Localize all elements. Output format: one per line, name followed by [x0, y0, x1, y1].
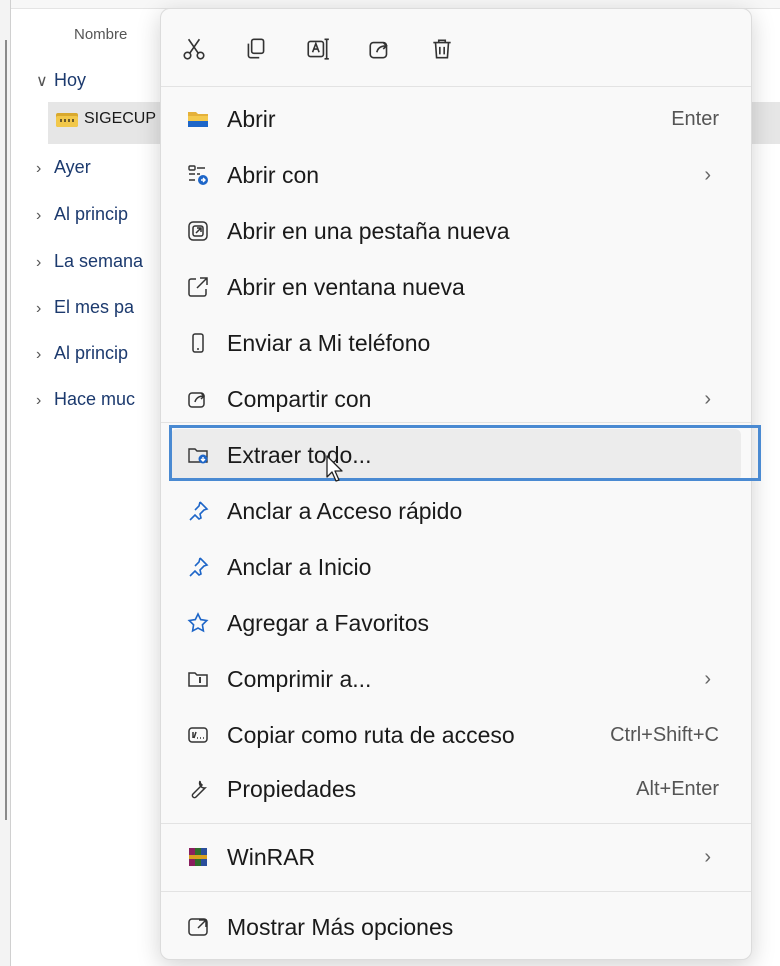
menu-item-label: Propiedades: [227, 775, 357, 802]
star-icon: [185, 610, 211, 636]
menu-item-pin-start[interactable]: Anclar a Inicio: [171, 541, 741, 593]
copy-icon: [247, 38, 265, 59]
menu-item-share-with[interactable]: Compartir con ›: [171, 373, 741, 425]
delete-button[interactable]: [429, 31, 491, 67]
context-menu-toolbar: [181, 31, 491, 67]
new-tab-icon: [185, 218, 211, 244]
group-today[interactable]: ∨ Hoy: [36, 70, 86, 91]
pane-divider: [5, 40, 7, 820]
chevron-right-icon: ›: [36, 160, 42, 177]
menu-item-open[interactable]: Abrir Enter: [171, 93, 741, 145]
pin-icon: [185, 554, 211, 580]
group-start-of-year[interactable]: › Al princip: [36, 343, 128, 364]
group-label: Hace muc: [54, 389, 136, 409]
group-label: Al princip: [54, 343, 129, 363]
group-label: El mes pa: [54, 297, 135, 317]
menu-item-label: Copiar como ruta de acceso: [227, 721, 515, 748]
rename-icon: [307, 38, 329, 60]
menu-item-label: Compartir con: [227, 385, 372, 412]
chevron-right-icon: ›: [704, 387, 711, 410]
group-yesterday[interactable]: › Ayer: [36, 157, 91, 178]
menu-item-label: Abrir en ventana nueva: [227, 273, 465, 300]
phone-icon: [185, 330, 211, 356]
menu-item-label: Anclar a Acceso rápido: [227, 497, 463, 524]
menu-separator: [161, 86, 751, 87]
menu-item-shortcut: Ctrl+Shift+C: [610, 723, 719, 746]
open-with-icon: [185, 162, 211, 188]
menu-separator: [161, 823, 751, 824]
menu-item-label: WinRAR: [227, 843, 316, 870]
group-start-of-week[interactable]: › Al princip: [36, 204, 128, 225]
explorer-left-pane-edge: [0, 0, 11, 966]
group-label: La semana: [54, 251, 144, 271]
share-icon: [369, 41, 388, 59]
chevron-right-icon: ›: [704, 845, 711, 868]
zip-folder-icon: [56, 111, 78, 127]
menu-item-label: Mostrar Más opciones: [227, 913, 454, 940]
wrench-icon: [185, 776, 211, 802]
menu-item-label: Anclar a Inicio: [227, 553, 372, 580]
menu-item-open-new-window[interactable]: Abrir en ventana nueva: [171, 261, 741, 313]
share-button[interactable]: [367, 31, 429, 67]
more-options-icon: [185, 914, 211, 940]
menu-item-label: Enviar a Mi teléfono: [227, 329, 431, 356]
chevron-down-icon: ∨: [36, 73, 48, 90]
menu-item-label: Abrir en una pestaña nueva: [227, 217, 510, 244]
copy-path-icon: [185, 722, 211, 748]
menu-item-label: Comprimir a...: [227, 665, 372, 692]
menu-item-open-with[interactable]: Abrir con ›: [171, 149, 741, 201]
focus-highlight-box: [169, 425, 761, 481]
menu-item-shortcut: Alt+Enter: [636, 777, 719, 800]
menu-item-show-more-options[interactable]: Mostrar Más opciones: [171, 901, 741, 953]
context-menu: Abrir Enter Abrir con › Abrir en una pes…: [160, 8, 752, 960]
delete-icon: [433, 39, 451, 59]
file-name: SIGECUP: [84, 110, 157, 127]
group-label: Ayer: [54, 157, 91, 177]
menu-item-copy-path[interactable]: Copiar como ruta de acceso Ctrl+Shift+C: [171, 709, 741, 761]
group-label: Al princip: [54, 204, 129, 224]
menu-item-add-favorites[interactable]: Agregar a Favoritos: [171, 597, 741, 649]
chevron-right-icon: ›: [36, 300, 42, 317]
menu-separator: [161, 422, 751, 423]
chevron-right-icon: ›: [36, 207, 42, 224]
group-long-ago[interactable]: › Hace muc: [36, 389, 135, 410]
menu-item-send-to-phone[interactable]: Enviar a Mi teléfono: [171, 317, 741, 369]
new-window-icon: [185, 274, 211, 300]
rename-button[interactable]: [305, 31, 367, 67]
cut-button[interactable]: [181, 31, 243, 67]
cut-icon: [183, 38, 205, 60]
menu-item-label: Abrir con: [227, 161, 320, 188]
menu-separator: [161, 891, 751, 892]
menu-item-pin-quick-access[interactable]: Anclar a Acceso rápido: [171, 485, 741, 537]
folder-icon: [185, 106, 211, 132]
menu-item-label: Abrir: [227, 105, 276, 132]
compress-icon: [185, 666, 211, 692]
file-item-sigecup[interactable]: SIGECUP: [56, 110, 156, 128]
group-last-month[interactable]: › El mes pa: [36, 297, 134, 318]
winrar-icon: [185, 844, 211, 870]
menu-item-properties[interactable]: Propiedades Alt+Enter: [171, 763, 741, 815]
mouse-cursor-icon: [326, 455, 343, 482]
menu-item-open-new-tab[interactable]: Abrir en una pestaña nueva: [171, 205, 741, 257]
menu-item-compress[interactable]: Comprimir a... ›: [171, 653, 741, 705]
chevron-right-icon: ›: [704, 163, 711, 186]
group-label: Hoy: [54, 70, 87, 90]
chevron-right-icon: ›: [704, 667, 711, 690]
menu-item-shortcut: Enter: [671, 107, 719, 130]
menu-item-label: Agregar a Favoritos: [227, 609, 429, 636]
copy-button[interactable]: [243, 31, 305, 67]
group-last-week[interactable]: › La semana: [36, 251, 143, 272]
menu-item-winrar[interactable]: WinRAR ›: [171, 831, 741, 883]
chevron-right-icon: ›: [36, 254, 42, 271]
share-icon: [185, 386, 211, 412]
pin-icon: [185, 498, 211, 524]
chevron-right-icon: ›: [36, 346, 42, 363]
chevron-right-icon: ›: [36, 392, 42, 409]
column-header-name[interactable]: Nombre: [74, 26, 127, 43]
